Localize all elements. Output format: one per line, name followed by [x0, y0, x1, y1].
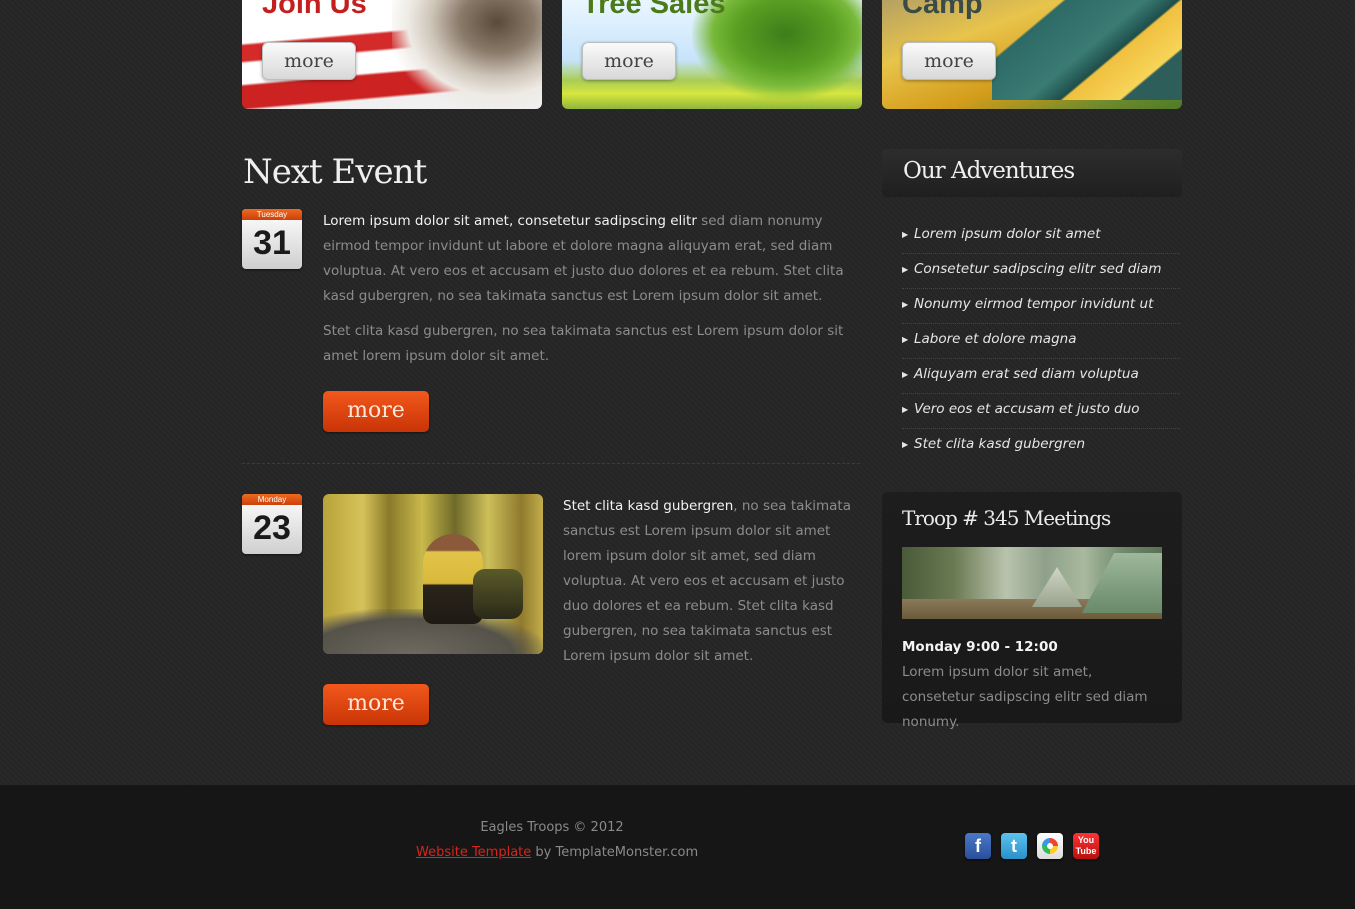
tent-image: [992, 0, 1182, 100]
meeting-description: Lorem ipsum dolor sit amet, consetetur s…: [902, 664, 1148, 730]
picasa-icon[interactable]: [1037, 833, 1063, 859]
calendar-date-badge: Monday 23: [242, 494, 302, 554]
adventure-link-label: Vero eos et accusam et justo duo: [914, 401, 1140, 417]
banner-more-button[interactable]: more: [902, 42, 996, 80]
event-more-button[interactable]: more: [323, 684, 429, 725]
meeting-time: Monday 9:00 - 12:00: [902, 639, 1058, 655]
banner-more-button[interactable]: more: [262, 42, 356, 80]
arrow-right-icon: ▶: [902, 335, 909, 344]
eagle-image: [392, 0, 542, 109]
adventure-link[interactable]: ▶ Nonumy eirmod tempor invidunt ut: [902, 289, 1180, 324]
footer-credit: Website Template by TemplateMonster.com: [416, 845, 698, 860]
youtube-icon-label: You Tube: [1075, 835, 1097, 856]
arrow-right-icon: ▶: [902, 230, 909, 239]
banner-more-button[interactable]: more: [582, 42, 676, 80]
youtube-icon[interactable]: You Tube: [1073, 833, 1099, 859]
footer-credit-text: by TemplateMonster.com: [531, 845, 699, 860]
calendar-day: 23: [253, 509, 291, 547]
event-description: Lorem ipsum dolor sit amet, consetetur s…: [323, 209, 860, 309]
arrow-right-icon: ▶: [902, 300, 909, 309]
banner-title: Join Us: [262, 0, 367, 20]
twitter-icon[interactable]: t: [1001, 833, 1027, 859]
calendar-weekday: Monday: [242, 494, 302, 505]
adventure-link-label: Lorem ipsum dolor sit amet: [914, 226, 1101, 242]
banner-join-us: Join Us more: [242, 0, 542, 109]
section-title-adventures: Our Adventures: [903, 158, 1075, 184]
footer: Eagles Troops © 2012 Website Template by…: [0, 785, 1355, 909]
adventure-link[interactable]: ▶ Stet clita kasd gubergren: [902, 429, 1180, 463]
event-text: , no sea takimata sanctus est Lorem ipsu…: [563, 498, 851, 664]
calendar-weekday: Tuesday: [242, 209, 302, 220]
calendar-day: 31: [253, 224, 291, 262]
event-headline: Stet clita kasd gubergren: [563, 498, 734, 514]
adventure-link[interactable]: ▶ Lorem ipsum dolor sit amet: [902, 219, 1180, 254]
meetings-panel: Troop # 345 Meetings Monday 9:00 - 12:00…: [882, 492, 1182, 730]
arrow-right-icon: ▶: [902, 265, 909, 274]
adventure-link[interactable]: ▶ Consetetur sadipscing elitr sed diam: [902, 254, 1180, 289]
adventures-list: ▶ Lorem ipsum dolor sit amet ▶ Consetetur …: [902, 219, 1180, 463]
facebook-icon[interactable]: f: [965, 833, 991, 859]
banner-title: Tree Sales: [582, 0, 726, 20]
event-more-button[interactable]: more: [323, 391, 429, 432]
adventure-link-label: Consetetur sadipscing elitr sed diam: [914, 261, 1162, 277]
website-template-link[interactable]: Website Template: [416, 845, 531, 860]
event-description: Stet clita kasd gubergren, no sea takima…: [563, 494, 860, 669]
adventure-link-label: Labore et dolore magna: [914, 331, 1077, 347]
adventure-link-label: Aliquyam erat sed diam voluptua: [914, 366, 1139, 382]
footer-copyright: Eagles Troops © 2012: [480, 820, 624, 835]
adventure-link[interactable]: ▶ Labore et dolore magna: [902, 324, 1180, 359]
adventure-link[interactable]: ▶ Aliquyam erat sed diam voluptua: [902, 359, 1180, 394]
banner-tree-sales: Tree Sales more: [562, 0, 862, 109]
event-headline: Lorem ipsum dolor sit amet, consetetur s…: [323, 213, 697, 229]
event-photo-boy-hiking: [323, 494, 543, 654]
adventure-link-label: Nonumy eirmod tempor invidunt ut: [914, 296, 1154, 312]
adventure-link-label: Stet clita kasd gubergren: [914, 436, 1086, 452]
divider: [242, 463, 860, 464]
arrow-right-icon: ▶: [902, 440, 909, 449]
banner-title: Camp: [902, 0, 983, 20]
adventures-header: Our Adventures: [882, 149, 1182, 197]
section-title-meetings: Troop # 345 Meetings: [902, 506, 1111, 530]
campsite-photo: [902, 547, 1162, 619]
adventure-link[interactable]: ▶ Vero eos et accusam et justo duo: [902, 394, 1180, 429]
calendar-date-badge: Tuesday 31: [242, 209, 302, 269]
event-description-extra: Stet clita kasd gubergren, no sea takima…: [323, 323, 844, 364]
arrow-right-icon: ▶: [902, 405, 909, 414]
section-title-next-event: Next Event: [243, 152, 427, 192]
banner-camp: Camp more: [882, 0, 1182, 109]
arrow-right-icon: ▶: [902, 370, 909, 379]
